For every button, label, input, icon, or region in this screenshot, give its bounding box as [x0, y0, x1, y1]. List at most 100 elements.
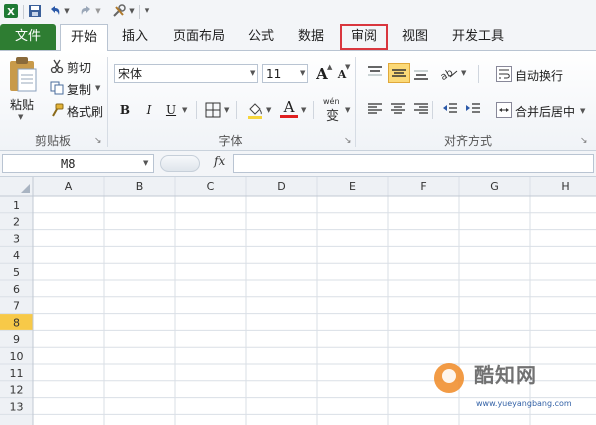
row-header-8[interactable]: 8 [13, 316, 20, 329]
row-header-1[interactable]: 1 [13, 199, 20, 212]
chevron-down-icon[interactable]: ▼ [461, 69, 466, 77]
column-header-F[interactable]: F [420, 180, 426, 193]
underline-button[interactable]: U [162, 101, 180, 119]
font-color-button[interactable]: A [280, 98, 298, 116]
scissors-icon [50, 59, 64, 74]
group-label-font: 字体 [218, 134, 243, 148]
phonetic-guide-button[interactable]: 变 [326, 105, 339, 124]
row-header-7[interactable]: 7 [13, 300, 20, 313]
italic-button[interactable]: I [140, 101, 158, 119]
copy-button[interactable]: 复制 [67, 81, 91, 98]
dialog-launcher-icon[interactable]: ↘ [94, 136, 102, 146]
wrap-text-button[interactable]: 自动换行 [515, 67, 563, 84]
column-header-B[interactable]: B [136, 180, 144, 193]
copy-icon [50, 81, 64, 95]
column-header-G[interactable]: G [490, 180, 499, 193]
column-header-H[interactable]: H [561, 180, 569, 193]
tab-home[interactable]: 开始 [60, 24, 108, 52]
column-header-E[interactable]: E [349, 180, 356, 193]
align-left-icon[interactable] [367, 101, 383, 117]
group-label-clipboard: 剪贴板 [34, 134, 71, 148]
customize-toolbar-icon[interactable]: ▾ [142, 3, 152, 19]
ribbon-tab-bar: 文件 开始 插入 页面布局 公式 数据 审阅 视图 开发工具 [0, 24, 596, 52]
chevron-down-icon[interactable]: ▼ [182, 106, 187, 114]
tab-insert[interactable]: 插入 [112, 24, 158, 50]
spreadsheet-grid: A B C D E F G H 1 2 3 4 5 6 7 8 9 10 11 12 13 酷知网 www.yueyan… [0, 177, 596, 425]
tab-view[interactable]: 视图 [394, 24, 436, 50]
caret-down-icon: ▼ [345, 63, 351, 71]
tab-formulas[interactable]: 公式 [240, 24, 282, 50]
excel-logo-icon: X [3, 3, 19, 19]
increase-indent-icon[interactable] [465, 101, 481, 117]
undo-icon[interactable] [47, 3, 63, 19]
formula-bar: M8 ▼ fx [0, 151, 596, 177]
name-box-value: M8 [61, 157, 76, 171]
chevron-down-icon[interactable]: ▼ [266, 106, 271, 114]
paste-button[interactable]: 粘贴 [10, 96, 34, 113]
chevron-down-icon[interactable]: ▼ [95, 84, 100, 92]
chevron-down-icon[interactable]: ▼ [301, 106, 306, 114]
formula-input[interactable] [233, 154, 594, 173]
decrease-indent-icon[interactable] [442, 101, 458, 117]
watermark-site: www.yueyangbang.com [476, 399, 572, 408]
format-painter-button[interactable]: 格式刷 [67, 103, 103, 120]
quick-access-toolbar: X ▼ ▼ ▼ ▾ [0, 0, 596, 25]
align-bottom-icon[interactable] [412, 64, 430, 82]
chevron-down-icon[interactable]: ▼ [300, 69, 305, 77]
redo-icon[interactable] [78, 3, 94, 19]
tab-review[interactable]: 审阅 [340, 24, 388, 50]
row-header-3[interactable]: 3 [13, 232, 20, 245]
tab-file[interactable]: 文件 [0, 24, 56, 50]
row-header-12[interactable]: 12 [10, 384, 24, 397]
chevron-down-icon[interactable]: ▼ [250, 69, 255, 77]
row-header-9[interactable]: 9 [13, 333, 20, 346]
dialog-launcher-icon[interactable]: ↘ [580, 136, 588, 146]
cut-button[interactable]: 剪切 [67, 59, 91, 76]
row-header-11[interactable]: 11 [10, 367, 24, 380]
font-name-select[interactable]: 宋体 [114, 64, 258, 83]
align-center-icon[interactable] [390, 101, 406, 117]
column-header-A[interactable]: A [65, 180, 73, 193]
chevron-down-icon[interactable]: ▼ [224, 106, 229, 114]
chevron-down-icon[interactable]: ▼ [143, 159, 148, 167]
bold-button[interactable]: B [116, 101, 134, 119]
chevron-down-icon[interactable]: ▼ [18, 113, 23, 121]
row-header-10[interactable]: 10 [10, 350, 24, 363]
chevron-down-icon[interactable]: ▼ [580, 107, 585, 115]
tools-icon[interactable] [110, 3, 128, 19]
row-header-6[interactable]: 6 [13, 283, 20, 296]
row-header-4[interactable]: 4 [13, 249, 20, 262]
tab-page-layout[interactable]: 页面布局 [164, 24, 234, 50]
tab-data[interactable]: 数据 [288, 24, 334, 50]
chevron-down-icon[interactable]: ▼ [128, 3, 136, 19]
merge-center-icon [496, 102, 512, 118]
formula-bar-handle[interactable] [160, 155, 200, 172]
tab-developer[interactable]: 开发工具 [444, 24, 512, 50]
column-header-C[interactable]: C [207, 180, 215, 193]
chevron-down-icon[interactable]: ▼ [63, 3, 71, 19]
group-label-alignment: 对齐方式 [443, 134, 492, 148]
insert-function-button[interactable]: fx [214, 154, 225, 168]
wrap-text-icon [496, 66, 512, 82]
merge-center-button[interactable]: 合并后居中 [515, 103, 575, 120]
font-color-bar [280, 115, 298, 118]
save-icon[interactable] [27, 3, 43, 19]
row-header-5[interactable]: 5 [13, 266, 20, 279]
chevron-down-icon[interactable]: ▼ [345, 106, 350, 114]
row-header-13[interactable]: 13 [10, 400, 24, 413]
watermark: 酷知网 www.yueyangbang.com [428, 355, 596, 425]
ribbon-home: 粘贴 ▼ 剪切 复制 ▼ 格式刷 剪贴板 ↘ 宋体 ▼ 11 ▼ A ▲ A ▼… [0, 51, 596, 151]
orientation-icon[interactable]: ab [438, 64, 460, 83]
align-middle-icon[interactable] [388, 63, 410, 83]
row-header-2[interactable]: 2 [13, 216, 20, 229]
align-top-icon[interactable] [366, 64, 384, 82]
align-right-icon[interactable] [413, 101, 429, 117]
paste-icon[interactable] [6, 55, 40, 95]
column-header-D[interactable]: D [277, 180, 285, 193]
fill-color-icon[interactable] [246, 101, 264, 119]
name-box[interactable]: M8 ▼ [2, 154, 154, 173]
dialog-launcher-icon[interactable]: ↘ [344, 136, 352, 146]
chevron-down-icon[interactable]: ▼ [94, 3, 102, 19]
border-icon[interactable] [205, 102, 221, 118]
watermark-brand: 酷知网 [474, 363, 537, 387]
